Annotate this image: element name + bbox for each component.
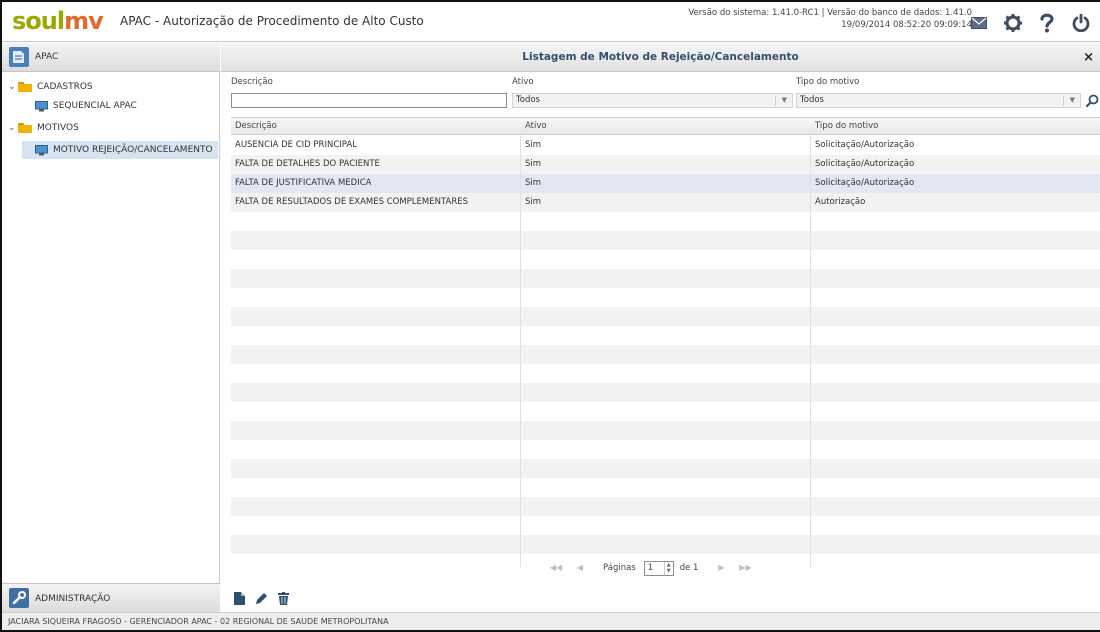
edit-icon[interactable] [254,591,269,606]
apac-module-icon [9,47,29,67]
pages-label: Páginas [603,563,636,573]
pagination: ◀◀ ◀ Páginas 1 ▲ ▼ de 1 ▶ ▶▶ [549,558,762,578]
prev-page-button[interactable]: ◀ [573,561,587,575]
cell-descricao: FALTA DE DETALHES DO PACIENTE [235,159,380,169]
empty-row [231,459,1100,478]
table-row[interactable]: FALTA DE DETALHES DO PACIENTE Sim Solici… [231,155,1100,174]
select-divider [775,96,776,106]
action-toolbar [232,591,298,606]
page-total-label: de 1 [679,563,699,573]
ativo-select[interactable]: Todos ▼ [512,93,793,108]
last-page-button[interactable]: ▶▶ [738,561,752,575]
gear-icon[interactable] [996,5,1030,41]
app-title: APAC - Autorização de Procedimento de Al… [120,14,424,28]
new-icon[interactable] [232,591,247,606]
empty-row [231,231,1100,250]
tree-label: CADASTROS [37,82,93,92]
next-page-button[interactable]: ▶ [714,561,728,575]
cell-tipo-motivo: Solicitação/Autorização [815,159,915,169]
module-label: APAC [35,52,59,62]
search-icon[interactable] [1084,92,1100,109]
empty-row [231,307,1100,326]
first-page-button[interactable]: ◀◀ [549,561,563,575]
column-divider [810,118,811,567]
tipo-motivo-select-value: Todos [800,95,824,105]
column-header-descricao[interactable]: Descrição [231,118,277,135]
cell-ativo: Sim [525,140,542,150]
datetime-text: 19/09/2014 08:52:20 09:09:14 [841,20,972,30]
app-window: soulmv APAC - Autorização de Procediment… [0,0,1100,632]
empty-row [231,345,1100,364]
tipo-motivo-label: Tipo do motivo [796,77,860,87]
top-header: soulmv APAC - Autorização de Procediment… [2,2,1100,42]
monitor-icon [35,144,48,155]
module-header-administracao[interactable]: ADMINISTRAÇÃO [2,583,220,612]
help-icon[interactable] [1030,5,1064,41]
cell-ativo: Sim [525,178,542,188]
mail-icon[interactable] [962,5,996,41]
main-panel: Listagem de Motivo de Rejeição/Cancelame… [221,43,1100,612]
monitor-icon [35,100,48,111]
cell-tipo-motivo: Solicitação/Autorização [815,140,915,150]
descricao-label: Descrição [231,77,273,87]
version-text: Versão do sistema: 1.41.0-RC1 | Versão d… [688,8,972,18]
tree-label: MOTIVOS [37,123,79,133]
grid-header: Descrição Ativo Tipo do motivo [231,118,1100,135]
table-row[interactable]: AUSENCIA DE CID PRINCIPAL Sim Solicitaçã… [231,136,1100,155]
panel-title-text: Listagem de Motivo de Rejeição/Cancelame… [522,51,799,63]
column-divider [520,118,521,567]
status-bar: JACIARA SIQUEIRA FRAGOSO - GERENCIADOR A… [2,612,1100,630]
tree-item-cadastros[interactable]: ⌄ CADASTROS [8,79,218,95]
cell-tipo-motivo: Solicitação/Autorização [815,178,915,188]
cell-tipo-motivo: Autorização [815,197,866,207]
empty-row [231,497,1100,516]
module-label: ADMINISTRAÇÃO [35,594,111,604]
folder-icon [18,123,32,133]
page-number-value: 1 [647,562,654,573]
sidebar: APAC ⌄ CADASTROS SEQUENCIAL APAC ⌄ MOTIV… [2,43,220,612]
page-spinner[interactable]: ▲ ▼ [663,561,673,575]
page-number-input[interactable]: 1 ▲ ▼ [643,560,674,576]
chevron-down-icon: ▼ [1069,96,1075,104]
tree-label: MOTIVO REJEIÇÃO/CANCELAMENTO [53,145,213,155]
empty-row [231,421,1100,440]
wrench-icon [9,588,29,608]
ativo-select-value: Todos [516,95,540,105]
table-row-selected[interactable]: FALTA DE JUSTIFICATIVA MEDICA Sim Solici… [231,174,1100,193]
cell-descricao: FALTA DE RESULTADOS DE EXAMES COMPLEMENT… [235,197,468,207]
descricao-input[interactable] [231,93,507,108]
tree-item-motivos[interactable]: ⌄ MOTIVOS [8,120,218,136]
tree-label: SEQUENCIAL APAC [53,101,137,111]
panel-title: Listagem de Motivo de Rejeição/Cancelame… [221,43,1100,72]
close-icon[interactable]: × [1083,43,1094,72]
column-header-tipo-motivo[interactable]: Tipo do motivo [811,118,878,135]
cell-descricao: AUSENCIA DE CID PRINCIPAL [235,140,357,150]
power-icon[interactable] [1064,5,1098,41]
empty-row [231,383,1100,402]
cell-ativo: Sim [525,197,542,207]
cell-ativo: Sim [525,159,542,169]
chevron-down-icon[interactable]: ⌄ [8,82,18,92]
empty-row [231,269,1100,288]
tree-item-sequencial-apac[interactable]: SEQUENCIAL APAC [35,98,218,114]
results-grid: AUSENCIA DE CID PRINCIPAL Sim Solicitaçã… [231,117,1100,567]
version-info: Versão do sistema: 1.41.0-RC1 | Versão d… [688,7,972,31]
tree-item-motivo-rejeicao-cancelamento[interactable]: MOTIVO REJEIÇÃO/CANCELAMENTO [22,141,218,159]
delete-icon[interactable] [276,591,291,606]
soulmv-logo: soulmv [12,7,104,35]
empty-row [231,535,1100,554]
select-divider [1063,96,1064,106]
chevron-down-icon[interactable]: ⌄ [8,123,18,133]
cell-descricao: FALTA DE JUSTIFICATIVA MEDICA [235,178,372,188]
tipo-motivo-select[interactable]: Todos ▼ [796,93,1081,108]
folder-icon [18,82,32,92]
ativo-label: Ativo [512,77,534,87]
module-header-apac[interactable]: APAC [2,43,220,72]
column-header-ativo[interactable]: Ativo [521,118,547,135]
chevron-down-icon: ▼ [781,96,787,104]
table-row[interactable]: FALTA DE RESULTADOS DE EXAMES COMPLEMENT… [231,193,1100,212]
